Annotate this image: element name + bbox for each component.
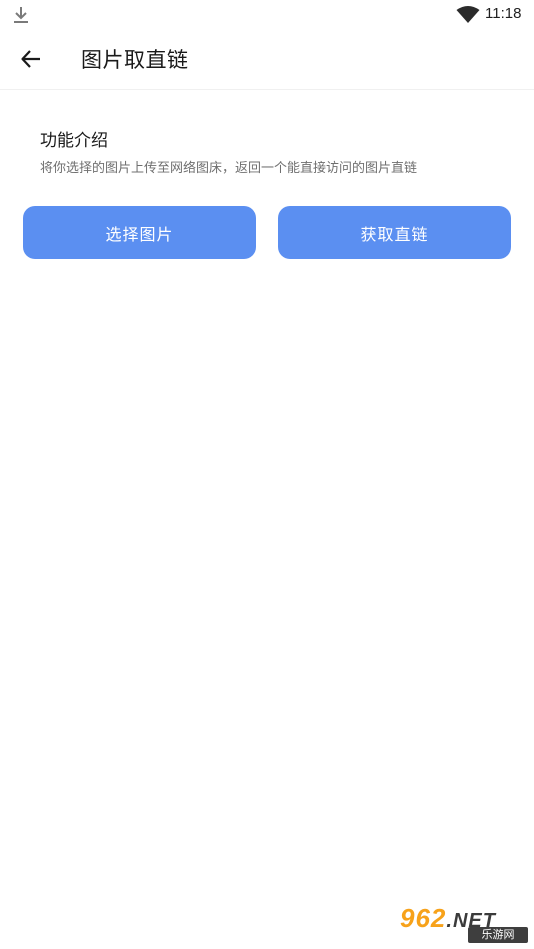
status-bar: 11:18 xyxy=(0,0,534,30)
back-button[interactable] xyxy=(14,44,48,78)
arrow-left-icon xyxy=(20,48,42,74)
watermark-sub: 乐游网 xyxy=(468,927,528,943)
wifi-icon xyxy=(456,6,480,24)
screen: 11:18 图片取直链 功能介绍 将你选择的图片上传至网络图床，返回一个能直接访… xyxy=(0,0,534,949)
intro-heading: 功能介绍 xyxy=(40,131,108,151)
watermark-logo: 962.NET 乐游网 xyxy=(396,903,528,943)
status-time: 11:18 xyxy=(485,5,522,22)
select-image-button[interactable]: 选择图片 xyxy=(23,206,256,259)
app-bar: 图片取直链 xyxy=(0,30,534,90)
download-icon xyxy=(12,5,30,25)
get-link-button[interactable]: 获取直链 xyxy=(278,206,511,259)
intro-section: 功能介绍 将你选择的图片上传至网络图床，返回一个能直接访问的图片直链 xyxy=(40,126,510,176)
intro-description: 将你选择的图片上传至网络图床，返回一个能直接访问的图片直链 xyxy=(40,161,418,176)
page-title: 图片取直链 xyxy=(81,48,189,72)
